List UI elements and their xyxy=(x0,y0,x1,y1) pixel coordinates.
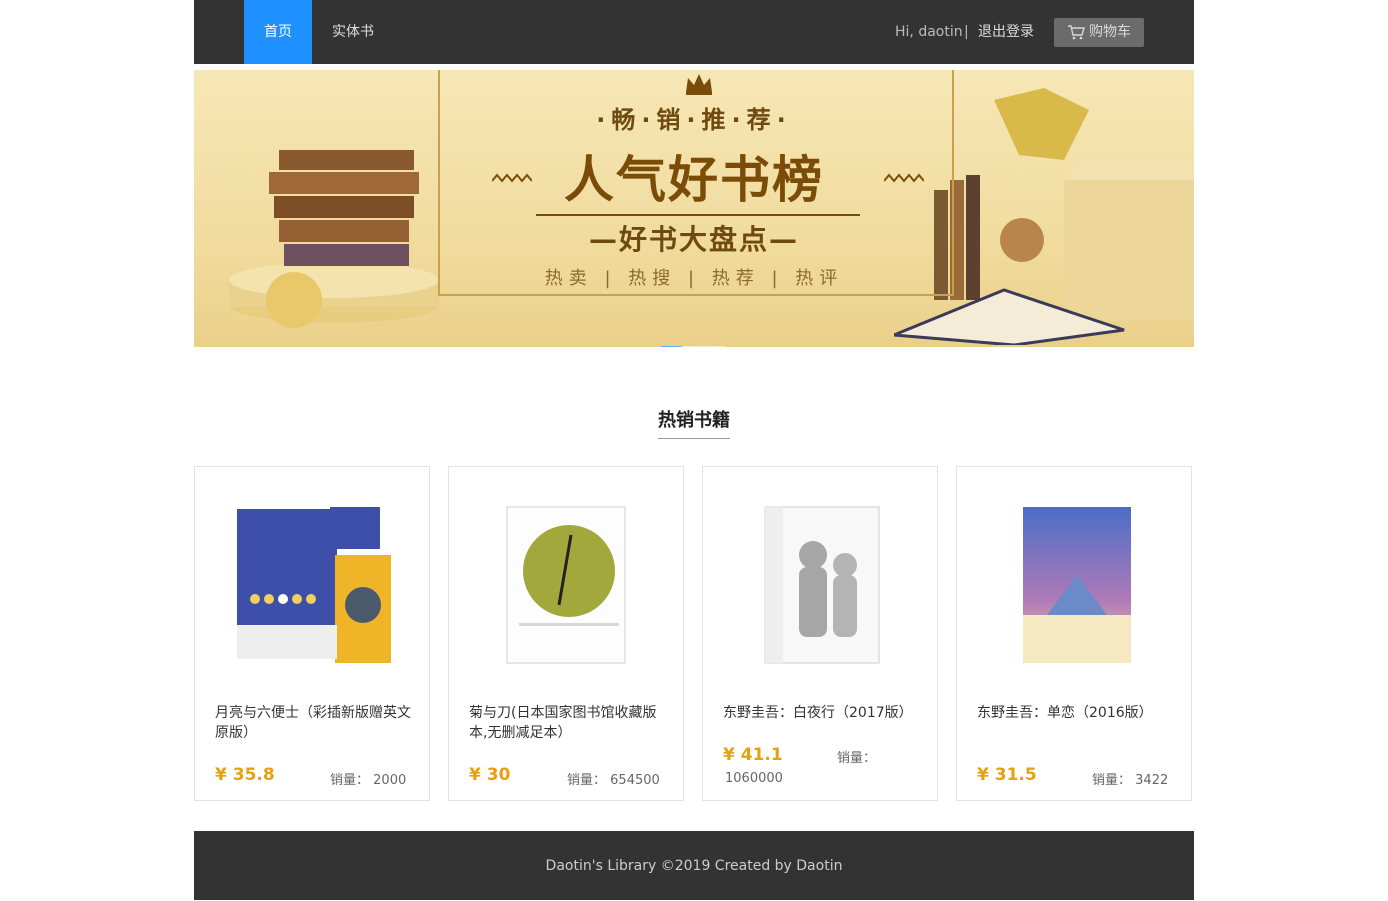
book-sales: 销量： 3422 xyxy=(1092,769,1168,788)
cart-button[interactable]: 购物车 xyxy=(1054,18,1144,47)
carousel-dot[interactable] xyxy=(683,346,703,347)
book-cover-image[interactable] xyxy=(479,495,655,671)
book-cover-image[interactable] xyxy=(225,495,401,671)
footer-text: Daotin's Library ©2019 Created by Daotin xyxy=(545,858,843,874)
sales-label: 销量： xyxy=(1092,773,1132,788)
top-nav: 首页 实体书 Hi, daotin | 退出登录 购物车 xyxy=(194,0,1194,64)
book-title[interactable]: 月亮与六便士（彩插新版赠英文原版） xyxy=(215,703,411,743)
nav-separator: | xyxy=(964,24,969,40)
book-card[interactable]: 菊与刀(日本国家图书馆收藏版本,无删减足本） ¥ 30 销量： 654500 xyxy=(448,466,684,801)
nav-books[interactable]: 实体书 xyxy=(332,0,374,64)
book-title[interactable]: 菊与刀(日本国家图书馆收藏版本,无删减足本） xyxy=(469,703,665,743)
cart-label: 购物车 xyxy=(1089,24,1131,40)
sales-label: 销量： xyxy=(837,751,877,766)
book-card[interactable]: 东野圭吾：单恋（2016版） ¥ 31.5 销量： 3422 xyxy=(956,466,1192,801)
sales-value: 3422 xyxy=(1135,773,1169,788)
book-price: ¥ 41.1 xyxy=(723,745,783,765)
sales-value: 1060000 xyxy=(725,771,783,786)
book-card[interactable]: 东野圭吾：白夜行（2017版） ¥ 41.1 销量： 1060000 xyxy=(702,466,938,801)
logout-link[interactable]: 退出登录 xyxy=(978,0,1034,64)
section-title: 热销书籍 xyxy=(658,406,730,439)
book-card[interactable]: 月亮与六便士（彩插新版赠英文原版） ¥ 35.8 销量： 2000 xyxy=(194,466,430,801)
cart-icon xyxy=(1068,25,1085,40)
carousel-dot[interactable] xyxy=(705,346,725,347)
book-sales: 销量： 2000 xyxy=(330,769,406,788)
banner-subtitle: ·畅·销·推·荐· xyxy=(596,106,792,134)
nav-home[interactable]: 首页 xyxy=(244,0,312,64)
promo-banner[interactable]: ·畅·销·推·荐· 人气好书榜 —好书大盘点— 热卖 | 热搜 | 热荐 | 热… xyxy=(194,70,1194,347)
book-title[interactable]: 东野圭吾：白夜行（2017版） xyxy=(723,703,919,723)
footer: Daotin's Library ©2019 Created by Daotin xyxy=(194,831,1194,900)
book-cover-image[interactable] xyxy=(733,495,909,671)
sales-label: 销量： xyxy=(330,773,370,788)
book-price: ¥ 30 xyxy=(469,765,511,785)
book-title[interactable]: 东野圭吾：单恋（2016版） xyxy=(977,703,1173,723)
banner-title: 人气好书榜 xyxy=(564,151,824,209)
sales-value: 2000 xyxy=(373,773,407,788)
book-price: ¥ 31.5 xyxy=(977,765,1037,785)
banner-tags: 热卖 | 热搜 | 热荐 | 热评 xyxy=(544,268,844,289)
crown-icon xyxy=(686,74,712,95)
sales-label: 销量： xyxy=(567,773,607,788)
section-title-wrap: 热销书籍 xyxy=(0,406,1388,439)
carousel-dot[interactable] xyxy=(661,346,681,347)
carousel-indicators[interactable] xyxy=(661,334,727,347)
book-cover-image[interactable] xyxy=(987,495,1163,671)
book-price: ¥ 35.8 xyxy=(215,765,275,785)
banner-slogan: —好书大盘点— xyxy=(588,223,799,256)
sales-value: 654500 xyxy=(610,773,660,788)
user-greeting: Hi, daotin xyxy=(895,24,963,40)
book-sales: 销量： 654500 xyxy=(567,769,660,788)
banner-divider xyxy=(536,214,860,216)
